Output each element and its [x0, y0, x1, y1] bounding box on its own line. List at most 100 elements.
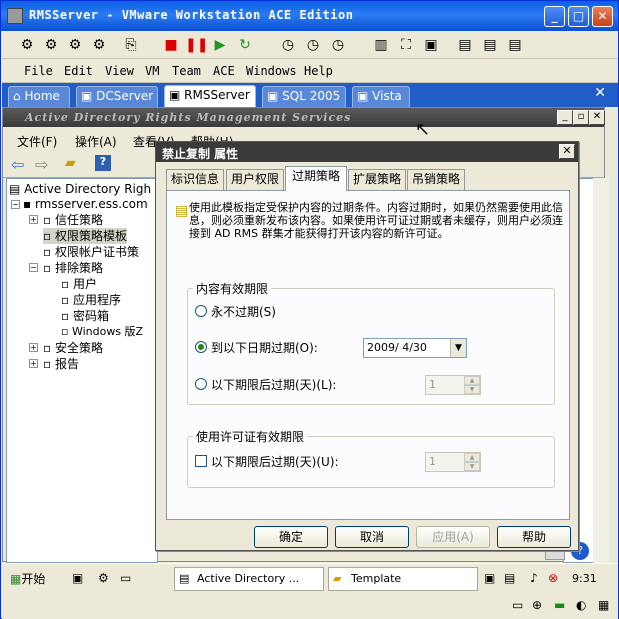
start-button[interactable]: ▦开始 [6, 567, 58, 591]
tree-applications[interactable]: ▫ 应用程序 [61, 292, 121, 308]
sidebar-toggle-icon[interactable]: ▥ [370, 34, 392, 56]
appliance-icon[interactable]: ▤ [504, 34, 526, 56]
power-icon[interactable]: ⚙ [16, 34, 38, 56]
tray-alert-icon[interactable]: ⊗ [548, 571, 558, 585]
menu-ace[interactable]: ACE [213, 64, 235, 78]
dialog-close-button[interactable]: ✕ [559, 144, 575, 159]
tree-exclusion-policy[interactable]: ▫ 排除策略 [43, 260, 103, 276]
tab-sql2005[interactable]: ▣ SQL 2005 [262, 86, 346, 107]
task-template[interactable]: ▰ Template [328, 567, 478, 591]
stop-icon[interactable]: ■ [160, 34, 182, 56]
radio-never-expire[interactable] [195, 305, 207, 317]
quickswitch-icon[interactable]: ▣ [420, 34, 442, 56]
forward-icon[interactable]: ⇨ [35, 155, 48, 174]
spin-up-icon[interactable]: ▲ [464, 376, 480, 385]
maximize-button[interactable]: □ [568, 6, 589, 27]
expire-after-days-label[interactable]: 以下期限后过期(天)(L): [211, 376, 336, 393]
tab-dcserver[interactable]: ▣ DCServer [76, 86, 158, 107]
help-icon[interactable]: ? [95, 155, 111, 171]
tab-user-rights[interactable]: 用户权限 [226, 169, 284, 190]
up-folder-icon[interactable]: ▰ [65, 155, 76, 171]
help-button[interactable]: 帮助 [497, 526, 571, 548]
mmc-restore-button[interactable]: ▫ [573, 110, 589, 125]
tree-root[interactable]: ▤ Active Directory Righ [9, 181, 151, 197]
expand-toggle[interactable]: − [11, 200, 20, 209]
expand-toggle[interactable]: + [29, 215, 38, 224]
chevron-down-icon[interactable]: ▼ [450, 339, 466, 357]
expand-toggle[interactable]: + [29, 343, 38, 352]
summary-icon[interactable]: ▤ [479, 34, 501, 56]
status-network-icon[interactable]: ⊕ [532, 598, 542, 612]
tray-display-icon[interactable]: ▤ [504, 571, 515, 585]
close-tab-icon[interactable]: ✕ [594, 85, 606, 101]
tree-server[interactable]: ▪ rmsserver.ess.com [23, 196, 148, 212]
ok-button[interactable]: 确定 [254, 526, 328, 548]
ctrl-alt-del-icon[interactable]: ⎘ [120, 34, 142, 56]
tray-network-icon[interactable]: ▣ [484, 571, 495, 585]
close-button[interactable]: ✕ [592, 6, 613, 27]
expand-toggle[interactable]: + [29, 359, 38, 368]
menu-file[interactable]: File [24, 64, 53, 78]
mmc-menu-file[interactable]: 文件(F) [17, 133, 57, 150]
snapshot-manager-icon[interactable]: ◷ [327, 34, 349, 56]
status-hdd-icon[interactable]: ▭ [512, 598, 523, 612]
snapshot-icon[interactable]: ⚙ [40, 34, 62, 56]
tab-vista[interactable]: ▣ Vista [352, 86, 410, 107]
menu-windows[interactable]: Windows [246, 64, 297, 78]
license-expire-label[interactable]: 以下期限后过期(天)(U): [211, 453, 339, 470]
fullscreen-icon[interactable]: ⛶ [395, 34, 417, 56]
mmc-title-bar[interactable]: Active Directory Rights Management Servi… [3, 108, 604, 127]
apply-button[interactable]: 应用(A) [416, 526, 490, 548]
mmc-minimize-button[interactable]: _ [557, 110, 573, 125]
console-icon[interactable]: ▤ [454, 34, 476, 56]
mmc-menu-action[interactable]: 操作(A) [75, 133, 117, 150]
tree-rac-policy[interactable]: ▫ 权限帐户证书策 [43, 244, 139, 260]
title-bar[interactable]: RMSServer - VMware Workstation ACE Editi… [1, 1, 618, 31]
reset-icon[interactable]: ↻ [234, 34, 256, 56]
spin-up-icon[interactable]: ▲ [464, 453, 480, 462]
radio-expire-on-date[interactable] [195, 341, 207, 353]
expiration-date-picker[interactable]: 2009/ 4/30 ▼ [363, 338, 467, 358]
tab-revocation-policy[interactable]: 吊销策略 [407, 169, 465, 190]
dialog-title-bar[interactable]: 禁止复制 属性 [156, 142, 578, 162]
tab-identification[interactable]: 标识信息 [166, 169, 224, 190]
menu-edit[interactable]: Edit [64, 64, 93, 78]
spin-down-icon[interactable]: ▼ [464, 385, 480, 394]
tab-home[interactable]: ⌂ Home [8, 86, 70, 107]
pause-icon[interactable]: ❚❚ [185, 34, 208, 56]
snapshot-revert-icon[interactable]: ◷ [302, 34, 324, 56]
tree-users[interactable]: ▫ 用户 [61, 276, 97, 292]
menu-view[interactable]: View [105, 64, 134, 78]
server-manager-icon[interactable]: ▣ [72, 571, 83, 585]
tree-lockbox[interactable]: ▫ 密码箱 [61, 308, 109, 324]
mmc-close-button[interactable]: ✕ [589, 110, 605, 125]
menu-team[interactable]: Team [172, 64, 201, 78]
results-scrollbar[interactable] [593, 178, 609, 563]
snapshot-take-icon[interactable]: ◷ [277, 34, 299, 56]
content-days-spinner[interactable]: 1 ▲ ▼ [425, 375, 481, 395]
minimize-button[interactable]: _ [544, 6, 565, 27]
back-icon[interactable]: ⇦ [11, 155, 24, 174]
task-active-directory[interactable]: ▤ Active Directory ... [174, 567, 324, 591]
play-icon[interactable]: ▶ [209, 34, 231, 56]
revert-icon[interactable]: ⚙ [64, 34, 86, 56]
tree-reports[interactable]: ▫ 报告 [43, 356, 79, 372]
radio-expire-after-days[interactable] [195, 378, 207, 390]
powershell-icon[interactable]: ⚙ [98, 571, 109, 585]
tree-windows-version[interactable]: ▫ Windows 版Z [61, 324, 143, 340]
tab-extended-policy[interactable]: 扩展策略 [348, 169, 406, 190]
cancel-button[interactable]: 取消 [335, 526, 409, 548]
tree-rights-templates[interactable]: ▫ 权限策略模板 [43, 228, 127, 244]
menu-vm[interactable]: VM [145, 64, 159, 78]
spin-down-icon[interactable]: ▼ [464, 462, 480, 471]
menu-help[interactable]: Help [304, 64, 333, 78]
status-message-icon[interactable]: ▦ [598, 598, 609, 612]
tab-rmsserver[interactable]: ▣ RMSServer [164, 85, 256, 107]
license-days-spinner[interactable]: 1 ▲ ▼ [425, 452, 481, 472]
tree-trust-policy[interactable]: ▫ 信任策略 [43, 212, 103, 228]
tray-volume-icon[interactable]: ♪ [530, 571, 538, 585]
expand-toggle[interactable]: − [29, 263, 38, 272]
manager-icon[interactable]: ⚙ [88, 34, 110, 56]
tree-security-policy[interactable]: ▫ 安全策略 [43, 340, 103, 356]
show-desktop-icon[interactable]: ▭ [120, 571, 131, 585]
